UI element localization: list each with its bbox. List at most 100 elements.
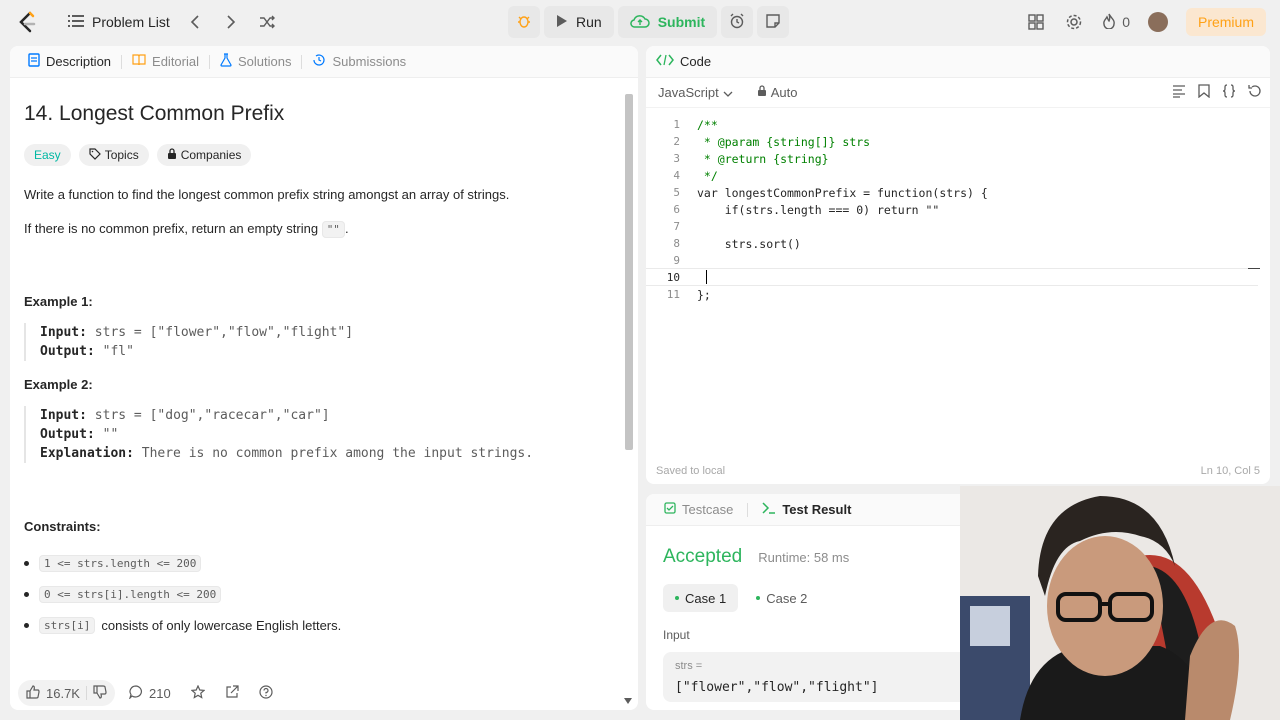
help-button[interactable] <box>253 680 279 706</box>
code-line: 9 <box>646 252 1258 269</box>
output-value: "fl" <box>102 344 134 360</box>
line-number: 11 <box>666 288 680 301</box>
submit-button[interactable]: Submit <box>617 6 718 38</box>
code-text: * @return {string} <box>697 151 829 166</box>
streak-count: 0 <box>1122 14 1130 30</box>
topics-label: Topics <box>104 148 139 162</box>
language-select[interactable]: JavaScript <box>654 85 737 100</box>
tab-test-result[interactable]: Test Result <box>754 494 859 526</box>
code-line: 2 * @param {string[]} strs <box>646 133 1258 150</box>
tab-divider <box>747 502 749 517</box>
timer-button[interactable] <box>721 6 754 38</box>
chevron-left-icon[interactable] <box>184 11 206 33</box>
bullet <box>24 592 29 598</box>
shuffle-icon[interactable] <box>256 11 278 33</box>
line-number: 6 <box>673 203 680 216</box>
description-scrollbar[interactable] <box>622 92 634 704</box>
pass-dot <box>675 596 679 600</box>
comments-button[interactable]: 210 <box>123 680 177 706</box>
page-title[interactable]: 14. Longest Common Prefix <box>24 102 614 126</box>
tab-testcase-label: Testcase <box>682 502 734 517</box>
layout-grid-icon[interactable] <box>1026 12 1046 32</box>
code-line: 8 strs.sort() <box>646 235 1258 252</box>
list-item: 1 <= strs.length <= 200 <box>24 548 614 579</box>
inline-code: "" <box>321 221 345 239</box>
code-text: */ <box>697 168 718 183</box>
topics-tag[interactable]: Topics <box>78 144 149 166</box>
flask-icon <box>220 53 232 70</box>
bug-icon <box>516 13 532 32</box>
result-summary: Accepted Runtime: 58 ms <box>663 546 849 568</box>
constraints-heading: Constraints: <box>24 519 101 535</box>
companies-tag[interactable]: Companies <box>156 144 252 166</box>
code-text: strs.sort() <box>697 236 801 251</box>
gear-icon[interactable] <box>1064 12 1084 32</box>
code-text: }; <box>697 287 711 302</box>
tab-editorial-label: Editorial <box>152 54 199 69</box>
code-text: if(strs.length === 0) return "" <box>697 202 940 217</box>
tab-testcase[interactable]: Testcase <box>656 494 741 526</box>
description-paragraph: Write a function to find the longest com… <box>24 187 510 202</box>
example-1-heading: Example 1: <box>24 294 93 310</box>
auto-mode-toggle[interactable]: Auto <box>757 85 797 100</box>
tab-code[interactable]: Code <box>656 54 711 69</box>
explanation-value: There is no common prefix among the inpu… <box>141 446 534 462</box>
constraint-code: 0 <= strs[i].length <= 200 <box>39 586 222 604</box>
avatar[interactable] <box>1147 12 1168 32</box>
problem-list-button[interactable]: Problem List <box>68 14 170 31</box>
code-text: /** <box>697 117 718 132</box>
line-number: 9 <box>673 254 680 267</box>
runtime-text: Runtime: 58 ms <box>758 550 850 565</box>
code-editor[interactable]: 1 /** 2 * @param {string[]} strs 3 * @re… <box>646 114 1270 464</box>
favorite-button[interactable] <box>185 680 211 706</box>
tab-editorial[interactable]: Editorial <box>124 46 207 78</box>
thumbs-down-icon[interactable] <box>93 684 107 702</box>
bookmark-icon[interactable] <box>1198 84 1210 103</box>
divider <box>85 686 87 700</box>
tab-submissions[interactable]: Submissions <box>304 46 414 78</box>
streak-counter[interactable]: 0 <box>1102 13 1130 32</box>
chevron-right-icon[interactable] <box>220 11 242 33</box>
document-icon <box>28 53 40 70</box>
scrollbar-thumb[interactable] <box>625 94 633 450</box>
status-badge: Accepted <box>663 546 743 567</box>
note-icon <box>765 13 781 32</box>
tab-case-2[interactable]: Case 2 <box>744 584 819 612</box>
reset-icon[interactable] <box>1248 84 1262 103</box>
example-2-heading: Example 2: <box>24 377 93 393</box>
editor-status-bar: Saved to local Ln 10, Col 5 <box>646 458 1270 484</box>
input-label: Input: <box>40 325 87 341</box>
top-bar: Problem List Run Submit 0 Premium <box>0 0 1280 44</box>
run-label: Run <box>576 14 602 30</box>
code-line: 6 if(strs.length === 0) return "" <box>646 201 1258 218</box>
curly-braces-icon[interactable] <box>1222 84 1236 103</box>
code-text: var longestCommonPrefix = function(strs)… <box>697 185 988 200</box>
thumbs-up-icon[interactable] <box>26 684 40 702</box>
notes-button[interactable] <box>757 6 790 38</box>
run-button[interactable]: Run <box>544 6 614 38</box>
code-line: 1 /** <box>646 116 1258 133</box>
input-value: strs = ["dog","racecar","car"] <box>94 408 330 424</box>
tab-description[interactable]: Description <box>20 46 119 78</box>
case-tabs: Case 1 Case 2 <box>663 584 819 612</box>
list-item: 0 <= strs[i].length <= 200 <box>24 579 614 610</box>
save-status: Saved to local <box>656 465 726 477</box>
current-code-line: 10 <box>646 268 1258 286</box>
tab-solutions[interactable]: Solutions <box>212 46 299 78</box>
code-panel: Code JavaScript Auto 1 /** 2 * @param {s… <box>646 46 1270 484</box>
tab-case-1[interactable]: Case 1 <box>663 584 739 612</box>
debug-button[interactable] <box>508 6 540 38</box>
premium-button[interactable]: Premium <box>1185 8 1266 36</box>
description-panel: Description Editorial Solutions Submissi… <box>10 46 638 710</box>
example-1-box: Input: strs = ["flower","flow","flight"]… <box>24 323 614 362</box>
lock-icon <box>167 147 177 163</box>
format-icon[interactable] <box>1172 84 1186 103</box>
submit-label: Submit <box>657 14 706 30</box>
share-button[interactable] <box>219 680 245 706</box>
history-icon <box>312 53 326 70</box>
leetcode-logo[interactable] <box>14 9 40 35</box>
lock-icon <box>757 85 767 100</box>
terminal-icon <box>762 502 776 517</box>
constraint-text: consists of only lowercase English lette… <box>101 618 342 634</box>
bullet <box>24 561 29 567</box>
